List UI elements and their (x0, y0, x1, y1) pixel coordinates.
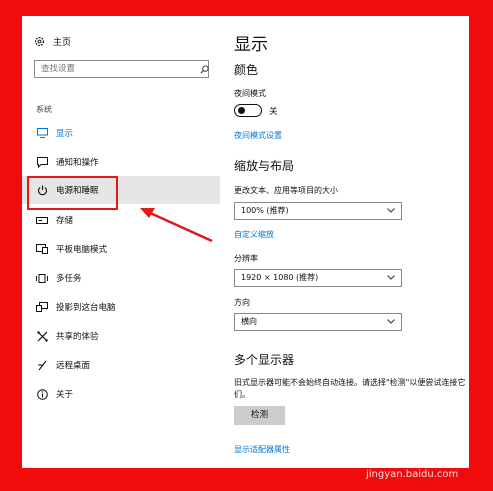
night-mode-toggle[interactable] (234, 104, 262, 117)
sidebar-item-label: 多任务 (56, 274, 82, 284)
settings-window: 主页 系统 显示 通知和操作 电源和睡眠 (22, 16, 469, 468)
page-title: 显示 (234, 35, 268, 55)
sidebar-item-tablet-mode[interactable]: 平板电脑模式 (22, 235, 220, 263)
search-input[interactable] (34, 60, 209, 78)
section-label: 系统 (36, 105, 52, 114)
sidebar-item-label: 平板电脑模式 (56, 245, 108, 255)
toggle-knob (238, 107, 245, 114)
shared-experience-icon (36, 330, 48, 342)
sidebar-item-label: 通知和操作 (56, 158, 99, 168)
sidebar-item-label: 远程桌面 (56, 361, 91, 371)
tablet-mode-icon (36, 243, 48, 255)
multi-display-text: 旧式显示器可能不会始终自动连接。请选择"检测"以便尝试连接它们。 (234, 378, 466, 399)
notification-icon (36, 156, 48, 168)
sidebar-item-label: 存储 (56, 216, 74, 226)
multitask-icon (36, 272, 48, 284)
home-nav-item[interactable]: 主页 (34, 35, 71, 48)
color-heading: 颜色 (234, 63, 259, 77)
multi-display-heading: 多个显示器 (234, 353, 295, 367)
sidebar-item-label: 共享的体验 (56, 332, 99, 342)
main-content: 显示 颜色 夜间模式 关 夜间模式设置 缩放与布局 更改文本、应用等项目的大小 … (234, 16, 469, 468)
display-adapter-link[interactable]: 显示适配器属性 (234, 444, 290, 455)
orientation-dropdown[interactable]: 横向 (234, 313, 402, 331)
sidebar-item-display[interactable]: 显示 (22, 119, 220, 147)
sidebar-item-label: 显示 (56, 129, 74, 139)
sidebar-item-label: 投影到这台电脑 (56, 303, 116, 313)
chevron-down-icon (387, 208, 395, 213)
search-icon[interactable] (200, 65, 209, 74)
custom-scale-link[interactable]: 自定义缩放 (234, 229, 274, 240)
chevron-down-icon (387, 275, 395, 280)
orientation-label: 方向 (234, 298, 250, 307)
scale-layout-heading: 缩放与布局 (234, 159, 295, 173)
info-icon (36, 388, 48, 400)
project-icon (36, 301, 48, 313)
remote-desktop-icon (36, 359, 48, 371)
night-mode-label: 夜间模式 (234, 89, 266, 98)
sidebar-item-about[interactable]: 关于 (22, 380, 220, 408)
night-mode-settings-link[interactable]: 夜间模式设置 (234, 130, 282, 141)
orientation-value: 横向 (241, 317, 257, 326)
text-size-dropdown[interactable]: 100% (推荐) (234, 202, 402, 220)
gear-icon (34, 36, 45, 47)
resolution-dropdown[interactable]: 1920 × 1080 (推荐) (234, 269, 402, 287)
monitor-icon (36, 127, 48, 139)
sidebar-item-project[interactable]: 投影到这台电脑 (22, 293, 220, 321)
text-size-value: 100% (推荐) (241, 206, 289, 215)
storage-icon (36, 214, 48, 226)
annotation-highlight-box (27, 176, 118, 210)
night-mode-state: 关 (269, 107, 278, 117)
sidebar-item-multitask[interactable]: 多任务 (22, 264, 220, 292)
detect-button[interactable]: 检测 (234, 406, 285, 425)
sidebar-item-notifications[interactable]: 通知和操作 (22, 148, 220, 176)
sidebar-item-remote-desktop[interactable]: 远程桌面 (22, 351, 220, 379)
watermark-text: jingyan.baidu.com (366, 469, 459, 480)
sidebar-item-storage[interactable]: 存储 (22, 206, 220, 234)
resolution-value: 1920 × 1080 (推荐) (241, 273, 319, 282)
sidebar-item-label: 关于 (56, 390, 74, 400)
sidebar: 主页 系统 显示 通知和操作 电源和睡眠 (22, 16, 220, 468)
resolution-label: 分辨率 (234, 254, 258, 263)
home-label: 主页 (53, 38, 72, 48)
sidebar-item-shared-experience[interactable]: 共享的体验 (22, 322, 220, 350)
text-size-label: 更改文本、应用等项目的大小 (234, 186, 338, 195)
chevron-down-icon (387, 319, 395, 324)
